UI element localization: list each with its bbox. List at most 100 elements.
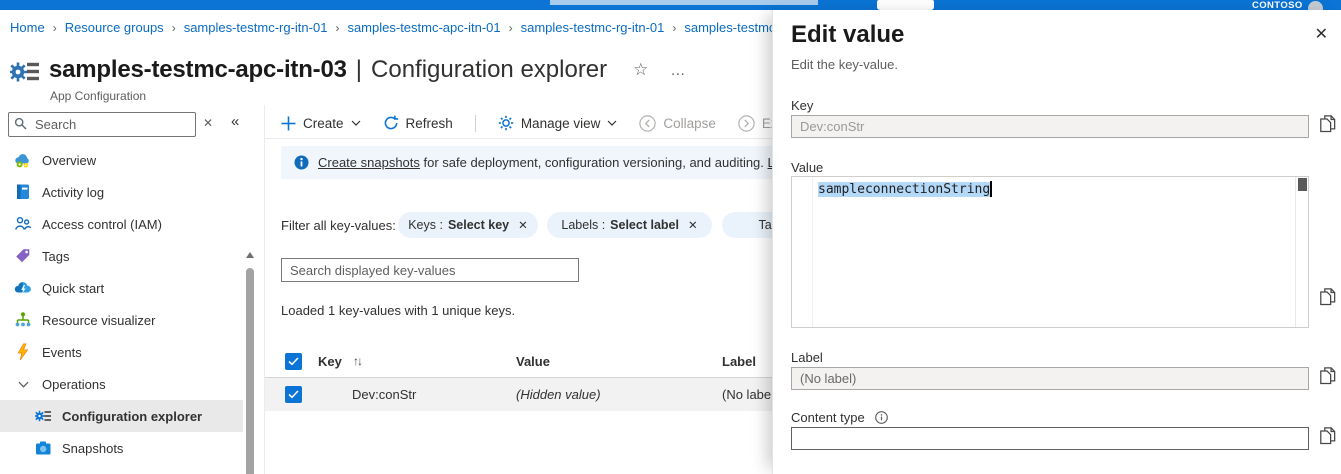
sidebar-item-configuration-explorer[interactable]: Configuration explorer xyxy=(0,400,243,432)
clear-search-icon[interactable]: ✕ xyxy=(203,116,213,130)
breadcrumb-resource-groups[interactable]: Resource groups xyxy=(65,20,164,35)
info-icon xyxy=(294,155,309,170)
copy-key-button[interactable] xyxy=(1316,114,1338,136)
configuration-explorer-icon xyxy=(34,407,52,425)
column-header-label[interactable]: Label xyxy=(722,354,756,369)
gear-icon xyxy=(498,115,514,131)
sidebar-item-overview[interactable]: Overview xyxy=(0,144,243,176)
breadcrumb-apc[interactable]: samples-testmc-apc-itn-01 xyxy=(347,20,500,35)
scrollbar-up-arrow[interactable] xyxy=(246,252,254,258)
sidebar-group-operations[interactable]: Operations xyxy=(0,368,243,400)
resource-visualizer-icon xyxy=(14,311,32,329)
sidebar-search xyxy=(8,112,196,137)
value-field-label: Value xyxy=(791,160,823,175)
favorite-star-icon[interactable]: ☆ xyxy=(633,60,648,80)
sidebar-item-partial[interactable] xyxy=(0,464,243,474)
close-icon[interactable]: ✕ xyxy=(1315,27,1328,43)
refresh-button[interactable]: Refresh xyxy=(383,115,453,131)
breadcrumb-separator: › xyxy=(172,21,176,35)
select-all-checkbox[interactable] xyxy=(285,353,302,370)
azure-portal-screen: CONTOSO Home › Resource groups › samples… xyxy=(0,0,1341,474)
collapse-button[interactable]: Collapse xyxy=(639,115,716,132)
row-label: (No label) xyxy=(722,387,778,402)
copy-value-button[interactable] xyxy=(1316,287,1338,309)
remove-filter-icon[interactable]: ✕ xyxy=(518,218,528,232)
access-control-icon xyxy=(14,215,32,233)
info-tooltip-icon[interactable] xyxy=(875,411,888,424)
command-bar: Create Refresh xyxy=(281,108,830,138)
global-search-input[interactable] xyxy=(550,0,818,5)
expand-circle-icon xyxy=(738,115,755,132)
sidebar-scrollbar-thumb[interactable] xyxy=(246,268,254,474)
kv-search-box xyxy=(281,258,579,282)
copy-label-button[interactable] xyxy=(1316,366,1338,388)
sidebar-item-tags[interactable]: Tags xyxy=(0,240,243,272)
collapse-circle-icon xyxy=(639,115,656,132)
main-content: Create Refresh xyxy=(265,105,772,474)
more-options-icon[interactable]: … xyxy=(670,62,686,79)
events-icon xyxy=(14,343,32,361)
sidebar-item-snapshots[interactable]: Snapshots xyxy=(0,432,243,464)
breadcrumb-rg[interactable]: samples-testmc-rg-itn-01 xyxy=(184,20,328,35)
sidebar-item-events[interactable]: Events xyxy=(0,336,243,368)
row-checkbox[interactable] xyxy=(285,386,302,403)
sidebar-item-resource-visualizer[interactable]: Resource visualizer xyxy=(0,304,243,336)
load-status-text: Loaded 1 key-values with 1 unique keys. xyxy=(281,303,515,318)
breadcrumb-separator: › xyxy=(335,21,339,35)
global-search-dropdown[interactable] xyxy=(877,0,934,10)
banner-text: Create snapshots for safe deployment, co… xyxy=(318,155,834,170)
column-header-key[interactable]: Key xyxy=(318,354,342,369)
breadcrumb: Home › Resource groups › samples-testmc-… xyxy=(10,20,838,35)
check-icon xyxy=(288,357,299,366)
copy-icon xyxy=(1319,426,1336,445)
edit-value-panel: ✕ Edit value Edit the key-value. Key Val… xyxy=(772,10,1341,474)
toolbar-divider xyxy=(475,115,476,132)
key-field-label: Key xyxy=(791,98,813,113)
value-editor[interactable]: sampleconnectionString xyxy=(791,176,1309,328)
text-cursor xyxy=(990,181,992,197)
sort-icon[interactable]: ↑↓ xyxy=(353,354,361,368)
overview-icon xyxy=(14,151,32,169)
label-field-label: Label xyxy=(791,350,823,365)
copy-content-type-button[interactable] xyxy=(1316,426,1338,448)
breadcrumb-home[interactable]: Home xyxy=(10,20,45,35)
chevron-down-icon xyxy=(607,120,617,126)
copy-icon xyxy=(1319,366,1336,385)
plus-icon xyxy=(281,116,296,131)
search-icon xyxy=(14,117,27,130)
top-bar: CONTOSO xyxy=(0,0,1341,10)
kv-search-input[interactable] xyxy=(288,260,578,280)
editor-scrollbar-thumb[interactable] xyxy=(1298,178,1307,191)
key-field xyxy=(791,115,1309,138)
filter-chip-keys[interactable]: Keys : Select key ✕ xyxy=(398,212,538,238)
snapshots-icon xyxy=(34,439,52,457)
resource-type-subtitle: App Configuration xyxy=(50,89,146,103)
sidebar-item-quick-start[interactable]: Quick start xyxy=(0,272,243,304)
check-icon xyxy=(288,390,299,399)
row-value: (Hidden value) xyxy=(516,387,601,402)
page-title: Configuration explorer xyxy=(371,56,607,84)
refresh-icon xyxy=(383,115,399,131)
tags-icon xyxy=(14,247,32,265)
breadcrumb-separator: › xyxy=(672,21,676,35)
filter-label: Filter all key-values: xyxy=(281,218,396,233)
filter-chip-labels[interactable]: Labels : Select label ✕ xyxy=(547,212,712,238)
column-header-value[interactable]: Value xyxy=(516,354,550,369)
create-snapshots-link[interactable]: Create snapshots xyxy=(318,155,420,170)
label-field xyxy=(791,367,1309,390)
sidebar-search-input[interactable] xyxy=(33,114,195,135)
panel-subtitle: Edit the key-value. xyxy=(791,57,898,72)
collapse-sidebar-icon[interactable]: « xyxy=(231,113,239,130)
content-type-field[interactable] xyxy=(791,427,1309,450)
manage-view-button[interactable]: Manage view xyxy=(498,115,618,131)
activity-log-icon xyxy=(14,183,32,201)
quick-start-icon xyxy=(14,279,32,297)
editor-scrollbar xyxy=(1295,177,1308,327)
create-button[interactable]: Create xyxy=(281,116,361,131)
title-divider: | xyxy=(356,56,362,84)
editor-line: sampleconnectionString xyxy=(818,180,992,198)
sidebar-item-activity-log[interactable]: Activity log xyxy=(0,176,243,208)
breadcrumb-rg-2[interactable]: samples-testmc-rg-itn-01 xyxy=(521,20,665,35)
sidebar-item-access-control[interactable]: Access control (IAM) xyxy=(0,208,243,240)
remove-filter-icon[interactable]: ✕ xyxy=(688,218,698,232)
